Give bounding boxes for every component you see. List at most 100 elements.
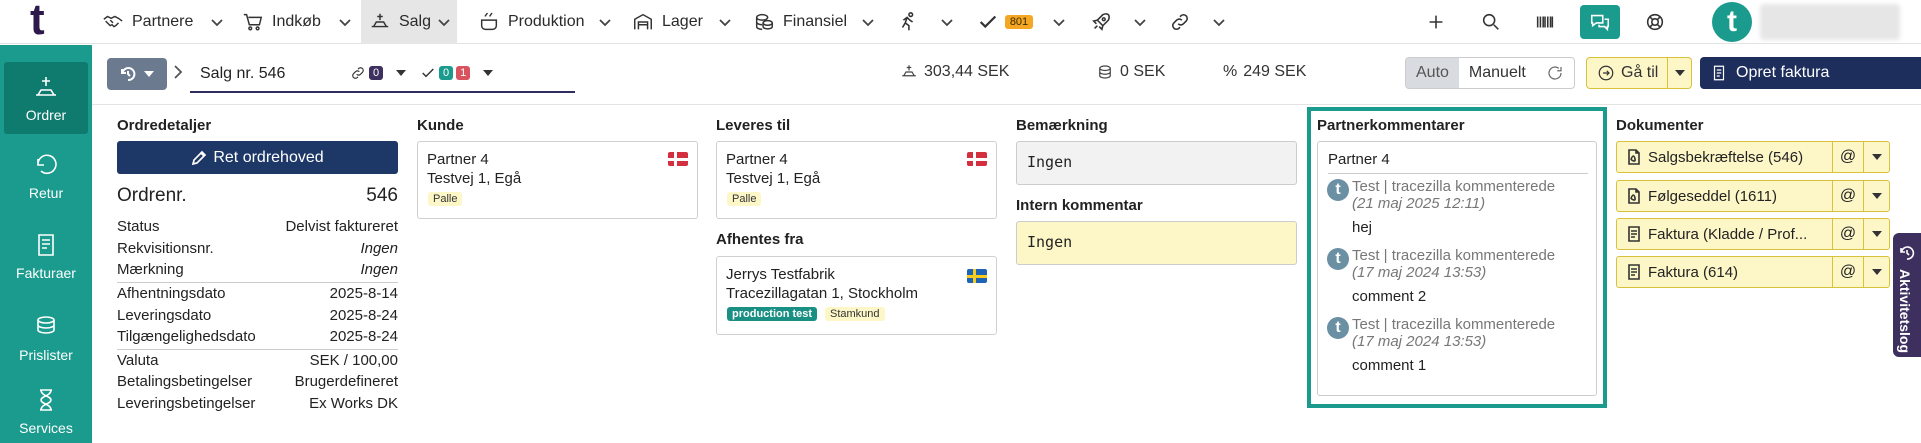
tasks-dropdown[interactable]: [1046, 0, 1072, 44]
nav-partnere-label: Partnere: [132, 13, 194, 30]
links-button[interactable]: [1165, 0, 1195, 44]
document-open-button[interactable]: Faktura (614): [1617, 257, 1832, 287]
chevron-down-icon: [1134, 19, 1146, 27]
customer-address: Testvej 1, Egå: [427, 170, 522, 187]
sidebar-item-label: Services: [19, 420, 73, 436]
app-logo[interactable]: t: [30, 0, 70, 44]
internal-comment-title: Intern kommentar: [1016, 197, 1143, 214]
invoice-icon: [1713, 65, 1725, 81]
pickup-card[interactable]: Jerrys Testfabrik Tracezillagatan 1, Sto…: [716, 256, 997, 335]
sales-icon: [371, 13, 389, 28]
currency-label: Valuta: [117, 352, 159, 369]
search-icon: [1482, 13, 1499, 30]
comment-meta: Test | tracezilla kommenterede: [1352, 247, 1556, 264]
chevron-down-icon: [862, 19, 874, 27]
nav-partnere-dropdown[interactable]: [204, 0, 230, 44]
links-dropdown[interactable]: [1206, 0, 1232, 44]
document-dropdown[interactable]: [1863, 219, 1890, 249]
nav-finansiel-dropdown[interactable]: [855, 0, 881, 44]
email-document-button[interactable]: @: [1832, 219, 1863, 249]
sidebar-item-ordrer[interactable]: Ordrer: [4, 62, 88, 134]
help-button[interactable]: [1640, 0, 1670, 44]
document-open-button[interactable]: Følgeseddel (1611): [1617, 181, 1832, 211]
marking-label: Mærkning: [117, 261, 184, 278]
comment-date: (17 maj 2024 13:53): [1352, 333, 1487, 350]
internal-comment-field[interactable]: Ingen: [1016, 221, 1297, 265]
comment-text: hej: [1352, 219, 1373, 236]
caret-down-icon: [396, 70, 407, 76]
task-status-chip[interactable]: 0 1: [420, 65, 494, 81]
lifebuoy-icon: [1646, 13, 1664, 31]
comment-avatar: t: [1327, 179, 1349, 201]
email-document-button[interactable]: @: [1832, 142, 1863, 172]
nav-salg-dropdown[interactable]: [431, 0, 457, 44]
document-open-button[interactable]: Faktura (Kladde / Prof...: [1617, 219, 1832, 249]
create-invoice-button[interactable]: Opret faktura: [1700, 57, 1921, 89]
document-dropdown[interactable]: [1863, 142, 1890, 172]
customer-card[interactable]: Partner 4 Testvej 1, Egå Palle: [417, 141, 698, 219]
document-invoice-draft: Faktura (Kladde / Prof... @: [1616, 218, 1890, 250]
coins-icon: [755, 13, 773, 31]
link-icon: [352, 67, 364, 79]
history-button[interactable]: [107, 58, 167, 90]
chevron-down-icon: [941, 19, 953, 27]
invoice-icon: [1628, 226, 1640, 242]
plus-icon: [1429, 15, 1443, 29]
add-button[interactable]: [1421, 0, 1451, 44]
requisition-label: Rekvisitionsnr.: [117, 240, 214, 257]
email-document-button[interactable]: @: [1832, 257, 1863, 287]
rocket-button[interactable]: [1086, 0, 1116, 44]
comment-date: (17 maj 2024 13:53): [1352, 264, 1487, 281]
nav-indkob-dropdown[interactable]: [332, 0, 358, 44]
goto-button[interactable]: Gå til: [1586, 57, 1692, 89]
tasks-button[interactable]: 801: [973, 0, 1037, 44]
sidebar-item-prislister[interactable]: Prislister: [4, 302, 88, 374]
chevron-down-icon: [211, 19, 223, 27]
divider: [1328, 173, 1588, 174]
sidebar-item-fakturaer[interactable]: Fakturaer: [4, 220, 88, 292]
linked-items-chip[interactable]: 0: [350, 65, 407, 81]
nav-produktion[interactable]: Produktion: [478, 0, 585, 44]
nav-indkob[interactable]: Indkøb: [242, 0, 321, 44]
mode-manual-button[interactable]: Manuelt: [1459, 58, 1536, 88]
document-open-button[interactable]: Salgsbekræftelse (546): [1617, 142, 1832, 172]
sidebar-item-retur[interactable]: Retur: [4, 140, 88, 212]
remark-field[interactable]: Ingen: [1016, 141, 1297, 185]
sidebar: Ordrer Retur Fakturaer Prislister Servic…: [0, 45, 92, 443]
search-button[interactable]: [1476, 0, 1506, 44]
tasks-count-badge: 801: [1004, 15, 1034, 29]
rocket-dropdown[interactable]: [1127, 0, 1153, 44]
barcode-button[interactable]: [1530, 0, 1560, 44]
email-document-button[interactable]: @: [1832, 181, 1863, 211]
activity-log-tab[interactable]: Aktivitetslog: [1893, 233, 1921, 357]
delivery-card[interactable]: Partner 4 Testvej 1, Egå Palle: [716, 141, 997, 219]
breadcrumb-separator: [172, 63, 188, 85]
order-number-value: 546: [366, 185, 398, 206]
goto-dropdown[interactable]: [1667, 58, 1691, 88]
partner-comments-title: Partnerkommentarer: [1317, 117, 1465, 134]
divider: [117, 282, 398, 283]
refresh-button[interactable]: [1536, 58, 1574, 88]
activity-runner-button[interactable]: [893, 0, 923, 44]
nav-partnere[interactable]: Partnere: [102, 0, 193, 44]
edit-order-header-button[interactable]: Ret ordrehoved: [117, 141, 398, 174]
nav-salg[interactable]: Salg: [361, 0, 431, 44]
caret-down-icon: [144, 71, 154, 77]
nav-finansiel[interactable]: Finansiel: [753, 0, 847, 44]
nav-produktion-dropdown[interactable]: [592, 0, 618, 44]
nav-lager[interactable]: Lager: [632, 0, 703, 44]
pot-icon: [480, 12, 498, 31]
nav-lager-dropdown[interactable]: [712, 0, 738, 44]
mode-auto-button[interactable]: Auto: [1406, 58, 1459, 88]
sidebar-item-services[interactable]: Services: [4, 375, 88, 443]
stat-sales-value: 303,44 SEK: [924, 63, 1010, 80]
order-number-label: Ordrenr.: [117, 185, 187, 206]
user-name-blurred[interactable]: [1760, 4, 1900, 40]
customer-tag: Palle: [428, 192, 463, 206]
chat-button[interactable]: [1580, 5, 1620, 39]
user-avatar[interactable]: t: [1712, 2, 1752, 42]
document-dropdown[interactable]: [1863, 257, 1890, 287]
document-dropdown[interactable]: [1863, 181, 1890, 211]
caret-down-icon: [1872, 193, 1882, 199]
runner-dropdown[interactable]: [934, 0, 960, 44]
